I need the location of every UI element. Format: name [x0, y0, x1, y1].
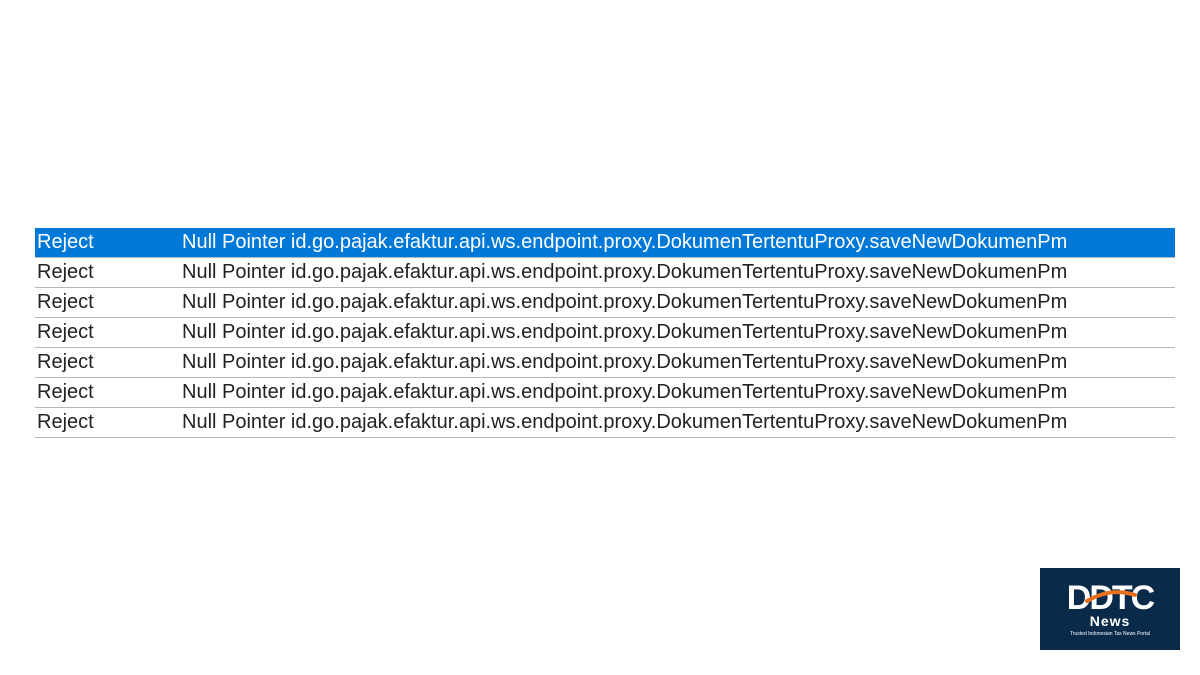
status-cell: Reject — [35, 348, 180, 378]
status-cell: Reject — [35, 408, 180, 438]
status-cell: Reject — [35, 288, 180, 318]
status-cell: Reject — [35, 318, 180, 348]
table-row[interactable]: Reject Null Pointer id.go.pajak.efaktur.… — [35, 348, 1175, 378]
logo-brand: DDTC — [1067, 581, 1153, 615]
table-row[interactable]: Reject Null Pointer id.go.pajak.efaktur.… — [35, 378, 1175, 408]
table-row[interactable]: Reject Null Pointer id.go.pajak.efaktur.… — [35, 258, 1175, 288]
table-row[interactable]: Reject Null Pointer id.go.pajak.efaktur.… — [35, 318, 1175, 348]
logo-tagline: Trusted Indonesian Tax News Portal — [1070, 631, 1150, 637]
message-cell: Null Pointer id.go.pajak.efaktur.api.ws.… — [180, 378, 1175, 408]
message-cell: Null Pointer id.go.pajak.efaktur.api.ws.… — [180, 288, 1175, 318]
status-cell: Reject — [35, 258, 180, 288]
ddtc-logo: DDTC News Trusted Indonesian Tax News Po… — [1040, 568, 1180, 650]
message-cell: Null Pointer id.go.pajak.efaktur.api.ws.… — [180, 408, 1175, 438]
message-cell: Null Pointer id.go.pajak.efaktur.api.ws.… — [180, 348, 1175, 378]
error-table-body: Reject Null Pointer id.go.pajak.efaktur.… — [35, 228, 1175, 438]
message-cell: Null Pointer id.go.pajak.efaktur.api.ws.… — [180, 228, 1175, 258]
status-cell: Reject — [35, 228, 180, 258]
status-cell: Reject — [35, 378, 180, 408]
message-cell: Null Pointer id.go.pajak.efaktur.api.ws.… — [180, 258, 1175, 288]
error-table-container: Reject Null Pointer id.go.pajak.efaktur.… — [35, 228, 1175, 438]
table-row[interactable]: Reject Null Pointer id.go.pajak.efaktur.… — [35, 408, 1175, 438]
logo-brand-text: DDTC — [1067, 579, 1153, 617]
message-cell: Null Pointer id.go.pajak.efaktur.api.ws.… — [180, 318, 1175, 348]
table-row[interactable]: Reject Null Pointer id.go.pajak.efaktur.… — [35, 288, 1175, 318]
table-row[interactable]: Reject Null Pointer id.go.pajak.efaktur.… — [35, 228, 1175, 258]
error-table[interactable]: Reject Null Pointer id.go.pajak.efaktur.… — [35, 228, 1175, 438]
